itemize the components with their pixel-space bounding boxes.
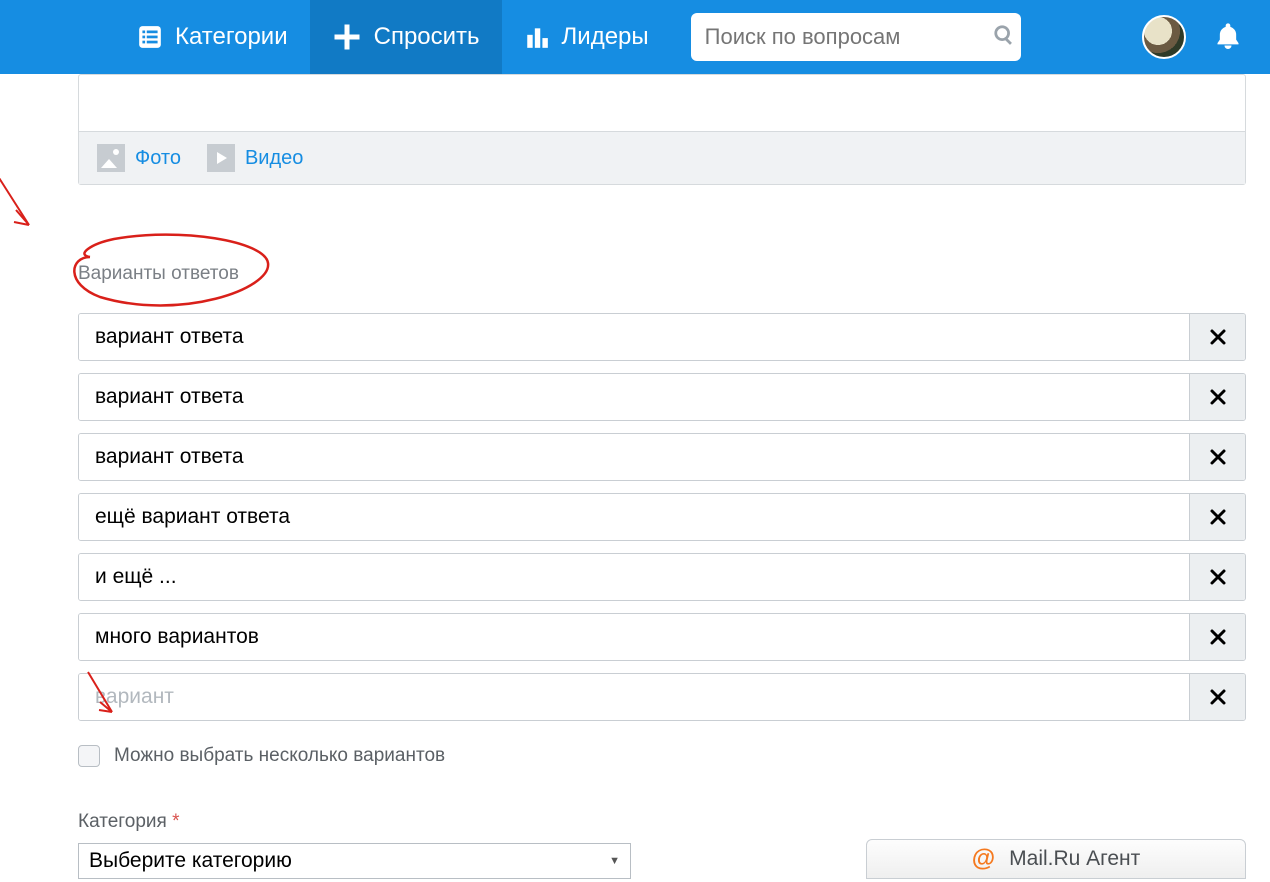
answer-option-input[interactable] bbox=[79, 554, 1189, 600]
delete-option-button[interactable] bbox=[1189, 614, 1245, 660]
category-select-value: Выберите категорию bbox=[89, 849, 292, 873]
close-icon bbox=[1209, 388, 1227, 406]
attach-photo-label: Фото bbox=[135, 147, 181, 170]
answer-option-input[interactable] bbox=[79, 314, 1189, 360]
plus-icon bbox=[332, 22, 362, 52]
avatar[interactable] bbox=[1142, 15, 1186, 59]
answer-option-row bbox=[78, 493, 1246, 541]
close-icon bbox=[1209, 628, 1227, 646]
delete-option-button[interactable] bbox=[1189, 554, 1245, 600]
bar-chart-icon bbox=[524, 24, 550, 50]
delete-option-button[interactable] bbox=[1189, 494, 1245, 540]
chevron-down-icon: ▼ bbox=[609, 855, 620, 867]
answer-option-row bbox=[78, 313, 1246, 361]
multi-select-checkbox[interactable] bbox=[78, 745, 100, 767]
video-icon bbox=[207, 144, 235, 172]
close-icon bbox=[1209, 448, 1227, 466]
delete-option-button[interactable] bbox=[1189, 374, 1245, 420]
answer-option-input[interactable] bbox=[79, 434, 1189, 480]
close-icon bbox=[1209, 568, 1227, 586]
close-icon bbox=[1209, 688, 1227, 706]
answer-option-input[interactable] bbox=[79, 494, 1189, 540]
attach-video-label: Видео bbox=[245, 147, 303, 170]
bell-icon[interactable] bbox=[1214, 21, 1242, 54]
answer-options-heading: Варианты ответов bbox=[78, 263, 239, 285]
answer-option-row bbox=[78, 613, 1246, 661]
search-input[interactable] bbox=[705, 24, 993, 50]
nav-categories[interactable]: Категории bbox=[115, 0, 310, 74]
multi-select-row: Можно выбрать несколько вариантов bbox=[78, 745, 1246, 767]
photo-icon bbox=[97, 144, 125, 172]
question-editor-body[interactable] bbox=[79, 75, 1245, 131]
delete-option-button[interactable] bbox=[1189, 434, 1245, 480]
annotation-arrow-icon bbox=[0, 110, 54, 250]
answer-option-input[interactable] bbox=[79, 614, 1189, 660]
top-navbar: Категории Спросить Лидеры bbox=[0, 0, 1270, 74]
multi-select-label: Можно выбрать несколько вариантов bbox=[114, 745, 445, 767]
answer-option-input[interactable] bbox=[79, 674, 1189, 720]
answer-option-row bbox=[78, 373, 1246, 421]
question-editor-card: Фото Видео bbox=[78, 74, 1246, 185]
answer-option-row bbox=[78, 673, 1246, 721]
nav-leaders-label: Лидеры bbox=[562, 23, 649, 51]
mail-agent-label: Mail.Ru Агент bbox=[1009, 847, 1140, 871]
search-icon[interactable] bbox=[993, 24, 1015, 51]
delete-option-button[interactable] bbox=[1189, 314, 1245, 360]
at-sign-icon: @ bbox=[972, 845, 995, 873]
answer-option-row bbox=[78, 433, 1246, 481]
delete-option-button[interactable] bbox=[1189, 674, 1245, 720]
nav-leaders[interactable]: Лидеры bbox=[502, 0, 671, 74]
answer-options-list bbox=[78, 313, 1246, 721]
search-box[interactable] bbox=[691, 13, 1021, 61]
close-icon bbox=[1209, 328, 1227, 346]
nav-ask-label: Спросить bbox=[374, 23, 480, 51]
answer-option-row bbox=[78, 553, 1246, 601]
attach-video-button[interactable]: Видео bbox=[207, 144, 303, 172]
nav-ask[interactable]: Спросить bbox=[310, 0, 502, 74]
nav-categories-label: Категории bbox=[175, 23, 288, 51]
question-editor-toolbar: Фото Видео bbox=[79, 131, 1245, 184]
category-select[interactable]: Выберите категорию ▼ bbox=[78, 843, 631, 879]
category-label: Категория * bbox=[78, 811, 1246, 833]
attach-photo-button[interactable]: Фото bbox=[97, 144, 181, 172]
list-icon bbox=[137, 24, 163, 50]
mail-agent-widget[interactable]: @ Mail.Ru Агент bbox=[866, 839, 1246, 879]
close-icon bbox=[1209, 508, 1227, 526]
nav-right bbox=[1142, 0, 1270, 74]
answer-option-input[interactable] bbox=[79, 374, 1189, 420]
required-mark: * bbox=[172, 811, 179, 832]
search-container bbox=[691, 0, 1021, 74]
